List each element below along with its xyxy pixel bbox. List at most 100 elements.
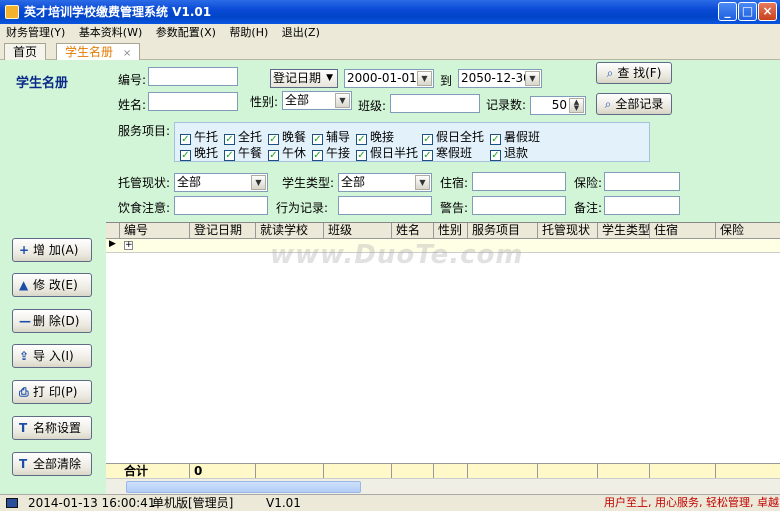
- menu-finance[interactable]: 财务管理(Y): [6, 26, 65, 39]
- text-clear-icon: T: [19, 457, 28, 471]
- status-slogan: 用户至上, 用心服务, 轻松管理, 卓越: [604, 496, 779, 509]
- maximize-button[interactable]: □: [738, 2, 757, 21]
- chevron-down-icon[interactable]: ▼: [251, 175, 266, 190]
- service-checkbox[interactable]: ✓ 晚餐: [268, 130, 306, 145]
- column-header[interactable]: 姓名: [392, 223, 434, 239]
- diet-input[interactable]: [174, 196, 268, 215]
- add-button[interactable]: + 增 加(A): [12, 238, 92, 262]
- check-icon: ✓: [268, 134, 279, 145]
- column-header[interactable]: 学生类型: [598, 223, 650, 239]
- grid-footer: 合计 0: [106, 463, 780, 480]
- all-records-button[interactable]: ⌕ 全部记录: [596, 93, 672, 115]
- column-header[interactable]: 住宿: [650, 223, 716, 239]
- records-label: 记录数:: [486, 98, 527, 112]
- triangle-up-icon: ▲: [19, 278, 29, 292]
- to-label: 到: [440, 74, 453, 88]
- service-checkbox[interactable]: ✓ 辅导: [312, 130, 350, 145]
- row-indicator-header: [106, 223, 120, 239]
- gender-label: 性别:: [250, 95, 279, 109]
- gender-select[interactable]: 全部 ▼: [282, 91, 352, 110]
- edit-button[interactable]: ▲ 修 改(E): [12, 273, 92, 297]
- minimize-button[interactable]: _: [718, 2, 737, 21]
- expand-icon[interactable]: +: [124, 241, 133, 250]
- stepper-arrows-icon[interactable]: ▲ ▼: [569, 98, 584, 113]
- id-input[interactable]: [148, 67, 238, 86]
- horizontal-scrollbar[interactable]: [106, 478, 780, 494]
- lodging-input[interactable]: [472, 172, 566, 191]
- chevron-down-icon[interactable]: ▼: [417, 71, 432, 86]
- clear-all-button[interactable]: T 全部清除: [12, 452, 92, 476]
- menu-settings[interactable]: 参数配置(X): [156, 26, 216, 39]
- care-status-select[interactable]: 全部 ▼: [174, 173, 268, 192]
- date-field-dropdown[interactable]: 登记日期 ▼: [270, 69, 338, 88]
- status-bar: 2014-01-13 16:00:41 单机版[管理员] V1.01 用户至上,…: [0, 494, 780, 511]
- column-header[interactable]: 编号: [120, 223, 190, 239]
- date-from-picker[interactable]: 2000-01-01 ▼: [344, 69, 434, 88]
- window-title: 英才培训学校缴费管理系统 V1.01: [24, 5, 212, 19]
- tab-close-icon[interactable]: ×: [123, 48, 131, 59]
- service-checkbox[interactable]: ✓ 假日全托: [422, 130, 484, 145]
- tab-home[interactable]: 首页: [4, 43, 47, 60]
- name-settings-button[interactable]: T 名称设置: [12, 416, 92, 440]
- column-header[interactable]: 就读学校: [256, 223, 324, 239]
- tab-bar: 首页 学生名册 ×: [0, 42, 780, 60]
- check-icon: ✓: [490, 134, 501, 145]
- behavior-input[interactable]: [338, 196, 432, 215]
- remark-label: 备注:: [574, 201, 603, 215]
- check-icon: ✓: [224, 150, 235, 161]
- service-checkbox[interactable]: ✓ 午餐: [224, 146, 262, 161]
- column-header[interactable]: 班级: [324, 223, 392, 239]
- scrollbar-thumb[interactable]: [126, 481, 361, 493]
- date-to-picker[interactable]: 2050-12-30 ▼: [458, 69, 542, 88]
- column-header[interactable]: 保险: [716, 223, 780, 239]
- menu-help[interactable]: 帮助(H): [229, 26, 268, 39]
- service-checkbox[interactable]: ✓ 寒假班: [422, 146, 472, 161]
- print-button-label: 打 印(P): [33, 385, 78, 399]
- status-mode: 单机版[管理员]: [152, 496, 234, 510]
- close-button[interactable]: ×: [758, 2, 777, 21]
- delete-button-label: 删 除(D): [33, 314, 80, 328]
- search-icon: ⌕: [606, 66, 614, 80]
- check-icon: ✓: [268, 150, 279, 161]
- service-checkbox[interactable]: ✓ 退款: [490, 146, 528, 161]
- service-label: 服务项目:: [118, 124, 171, 138]
- chevron-down-icon[interactable]: ▼: [525, 71, 540, 86]
- service-checkbox[interactable]: ✓ 午休: [268, 146, 306, 161]
- column-header[interactable]: 登记日期: [190, 223, 256, 239]
- column-header[interactable]: 托管现状: [538, 223, 598, 239]
- service-checkbox[interactable]: ✓ 暑假班: [490, 130, 540, 145]
- warning-label: 警告:: [440, 201, 469, 215]
- insurance-input[interactable]: [604, 172, 680, 191]
- insurance-label: 保险:: [574, 176, 603, 190]
- service-checkbox[interactable]: ✓ 全托: [224, 130, 262, 145]
- column-header[interactable]: 性别: [434, 223, 468, 239]
- id-label: 编号:: [118, 73, 147, 87]
- check-icon: ✓: [422, 150, 433, 161]
- remark-input[interactable]: [604, 196, 680, 215]
- menu-exit[interactable]: 退出(Z): [282, 26, 320, 39]
- chevron-down-icon[interactable]: ▼: [335, 93, 350, 108]
- tab-student-register[interactable]: 学生名册 ×: [56, 43, 141, 60]
- class-input[interactable]: [390, 94, 480, 113]
- diet-label: 饮食注意:: [118, 201, 171, 215]
- import-button[interactable]: ⇪ 导 入(I): [12, 344, 92, 368]
- watermark: www.DuoTe.com: [270, 240, 524, 270]
- search-button[interactable]: ⌕ 查 找(F): [596, 62, 672, 84]
- service-checkbox[interactable]: ✓ 午接: [312, 146, 350, 161]
- name-input[interactable]: [148, 92, 238, 111]
- student-type-select[interactable]: 全部 ▼: [338, 173, 432, 192]
- check-icon: ✓: [356, 150, 367, 161]
- records-stepper[interactable]: 50 ▲ ▼: [530, 96, 586, 115]
- warning-input[interactable]: [472, 196, 566, 215]
- column-header[interactable]: 服务项目: [468, 223, 538, 239]
- service-checkbox[interactable]: ✓ 晚接: [356, 130, 394, 145]
- service-checkbox[interactable]: ✓ 晚托: [180, 146, 218, 161]
- computer-icon: [6, 498, 18, 508]
- behavior-label: 行为记录:: [276, 201, 329, 215]
- delete-button[interactable]: — 删 除(D): [12, 309, 92, 333]
- chevron-down-icon[interactable]: ▼: [415, 175, 430, 190]
- service-checkbox[interactable]: ✓ 假日半托: [356, 146, 418, 161]
- menu-basic-data[interactable]: 基本资料(W): [79, 26, 142, 39]
- print-button[interactable]: ⎙ 打 印(P): [12, 380, 92, 404]
- service-checkbox[interactable]: ✓ 午托: [180, 130, 218, 145]
